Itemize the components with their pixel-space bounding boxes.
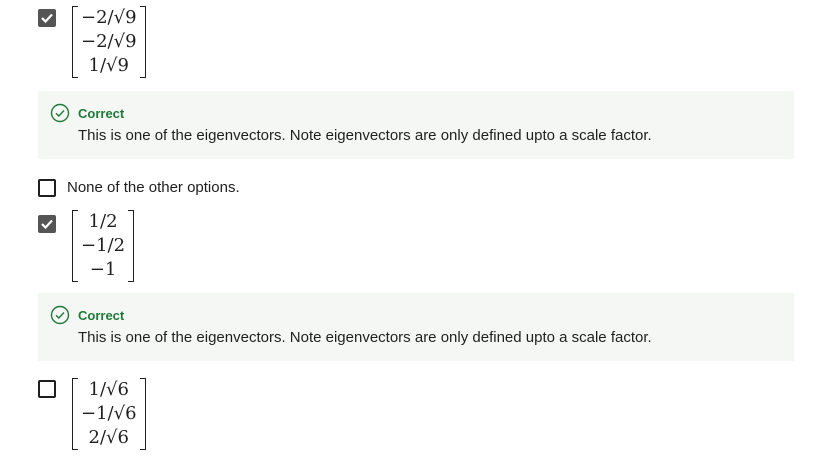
matrix-right-bracket — [128, 210, 135, 282]
option-1[interactable]: −2/√9 −2/√9 1/√9 — [38, 6, 146, 78]
feedback-correct-2: Correct This is one of the eigenvectors.… — [38, 293, 794, 361]
matrix-entry: −1 — [89, 259, 117, 280]
option-3[interactable]: 1/2 −1/2 −1 — [38, 210, 135, 282]
matrix-entry: −2/√9 — [81, 7, 137, 28]
matrix-entry: −2/√9 — [81, 31, 137, 52]
check-circle-icon — [50, 305, 70, 325]
option-4-checkbox[interactable] — [38, 380, 56, 398]
option-3-checkbox[interactable] — [38, 215, 56, 233]
matrix-entry: 1/2 — [88, 211, 118, 232]
matrix-right-bracket — [139, 6, 146, 78]
option-3-matrix: 1/2 −1/2 −1 — [72, 210, 135, 282]
feedback-text: This is one of the eigenvectors. Note ei… — [78, 329, 652, 346]
option-2-checkbox[interactable] — [38, 179, 56, 197]
option-1-checkbox[interactable] — [38, 9, 56, 27]
matrix-entry: 1/√6 — [88, 379, 129, 400]
option-4[interactable]: 1/√6 −1/√6 2/√6 — [38, 378, 146, 450]
option-1-matrix: −2/√9 −2/√9 1/√9 — [72, 6, 146, 78]
feedback-title: Correct — [78, 308, 125, 323]
option-4-matrix: 1/√6 −1/√6 2/√6 — [72, 378, 146, 450]
checkmark-icon — [41, 13, 53, 23]
option-2[interactable]: None of the other options. — [38, 179, 240, 197]
matrix-entry: −1/2 — [81, 235, 126, 256]
checkmark-icon — [41, 219, 53, 229]
feedback-correct-1: Correct This is one of the eigenvectors.… — [38, 91, 794, 159]
matrix-right-bracket — [139, 378, 146, 450]
check-circle-icon — [50, 103, 70, 123]
feedback-text: This is one of the eigenvectors. Note ei… — [78, 127, 652, 144]
quiz-question: −2/√9 −2/√9 1/√9 Correct This is one of … — [0, 0, 828, 466]
matrix-entry: 1/√9 — [88, 55, 129, 76]
option-2-label: None of the other options. — [67, 179, 240, 196]
matrix-entry: −1/√6 — [81, 403, 137, 424]
feedback-title: Correct — [78, 106, 125, 121]
matrix-entry: 2/√6 — [88, 427, 129, 448]
